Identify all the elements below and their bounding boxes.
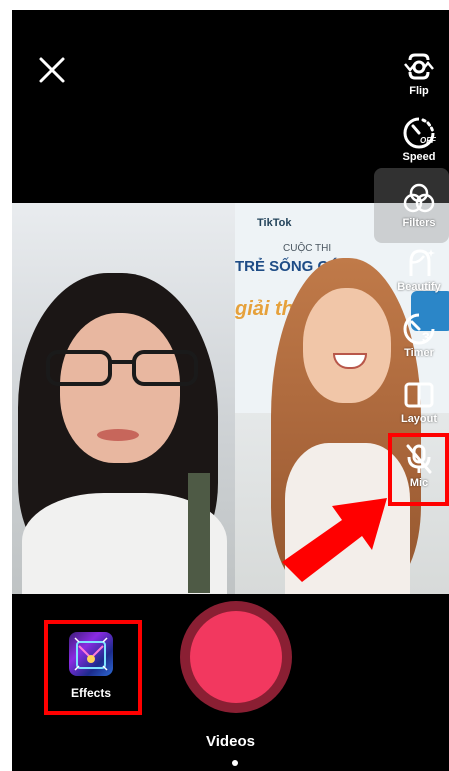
timer-label: Timer (404, 347, 434, 359)
flip-button[interactable]: Flip (389, 50, 449, 97)
mode-tab-videos[interactable]: Videos (12, 733, 449, 750)
flip-label: Flip (409, 85, 429, 97)
beautify-icon (409, 249, 435, 276)
mic-highlight-box (388, 433, 449, 506)
poster-logo: TikTok (257, 217, 292, 229)
svg-text:3: 3 (422, 329, 430, 345)
timer-button[interactable]: 3 Timer (389, 312, 449, 359)
timer-3-icon: 3 (403, 313, 435, 345)
beautify-label: Beautify (397, 281, 441, 293)
flip-camera-icon (404, 53, 434, 80)
red-arrow-annotation (282, 498, 387, 582)
filters-icon (403, 183, 435, 213)
glasses-shape (46, 350, 198, 386)
camera-screen: TikTok CUỘC THI TRẺ SỐNG CÓ T giải th Fl… (12, 10, 449, 771)
duet-left-video (12, 203, 235, 594)
svg-text:OFF: OFF (420, 136, 436, 145)
layout-button[interactable]: Layout (389, 378, 449, 425)
beautify-button[interactable]: Beautify (389, 246, 449, 293)
speed-button[interactable]: OFF Speed (389, 116, 449, 163)
filters-button[interactable]: Filters (389, 182, 449, 229)
record-button[interactable] (190, 611, 282, 703)
poster-line-3: giải th (235, 298, 294, 320)
effects-highlight-box (44, 620, 142, 715)
speed-off-icon: OFF (403, 117, 436, 149)
left-person-strap (188, 473, 210, 593)
layout-split-icon (404, 382, 434, 408)
close-icon[interactable] (38, 56, 66, 84)
poster-line-1: CUỘC THI (283, 243, 332, 254)
right-person-face (303, 288, 391, 403)
speed-label: Speed (402, 151, 436, 163)
mode-indicator-dot (232, 760, 238, 766)
left-person-lips (97, 429, 139, 441)
filters-label: Filters (402, 217, 436, 229)
layout-label: Layout (400, 413, 438, 425)
